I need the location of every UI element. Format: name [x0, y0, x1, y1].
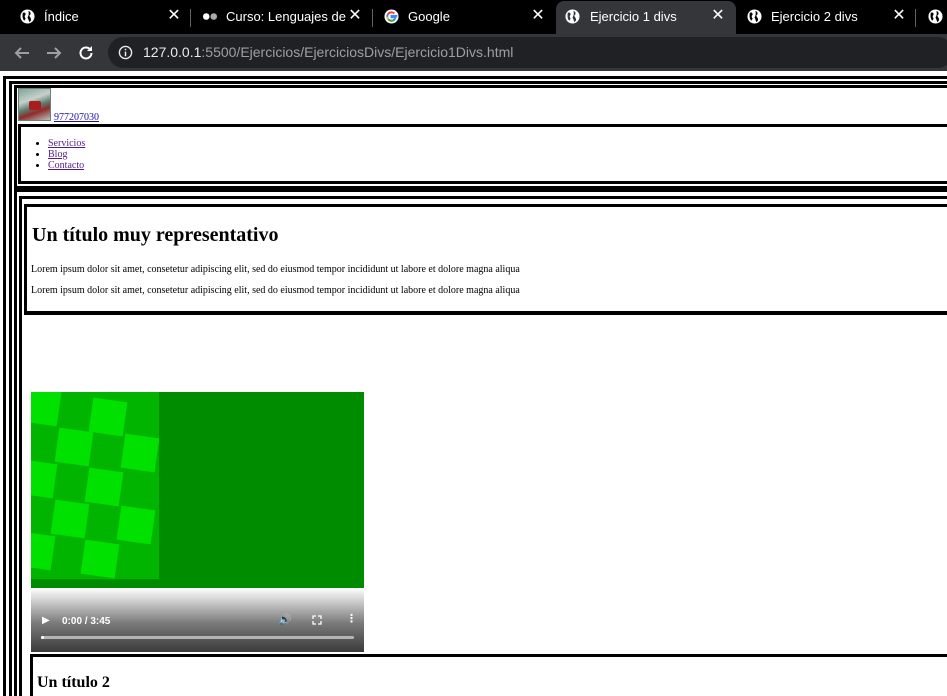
tab-strip: Índice ✕ Curso: Lenguajes de M ✕ Google … [0, 0, 947, 34]
page-title: Un título muy representativo [32, 224, 279, 246]
video-controls: ▶ 0:00 / 3:45 🔊 ⋮ [31, 588, 364, 652]
dots-icon [202, 13, 218, 20]
close-icon[interactable]: ✕ [891, 8, 907, 24]
reload-icon [79, 46, 93, 60]
paragraph: Lorem ipsum dolor sit amet, consetetur a… [31, 285, 520, 296]
phone-link[interactable]: 977207030 [54, 112, 99, 123]
nav-item: Servicios [48, 138, 85, 149]
more-options-icon[interactable]: ⋮ [346, 613, 357, 624]
nav-item: Blog [48, 149, 85, 160]
globe-icon [565, 9, 580, 24]
nav-link-contacto[interactable]: Contacto [48, 160, 84, 171]
browser-toolbar: 127.0.0.1:5500/Ejercicios/EjerciciosDivs… [0, 34, 947, 71]
close-icon[interactable]: ✕ [710, 8, 726, 24]
nav-list: Servicios Blog Contacto [38, 138, 85, 171]
nav-item: Contacto [48, 160, 85, 171]
article-box [24, 204, 947, 314]
volume-icon[interactable]: 🔊 [278, 614, 292, 625]
url-host: 127.0.0.1 [143, 44, 202, 60]
url-path: :5500/Ejercicios/EjerciciosDivs/Ejercici… [201, 44, 514, 60]
paragraph: Lorem ipsum dolor sit amet, consetetur a… [31, 264, 520, 275]
video-progress-fill [41, 636, 44, 639]
globe-icon [20, 9, 35, 24]
globe-icon [747, 9, 762, 24]
back-button[interactable] [11, 42, 33, 64]
video-frame [31, 392, 159, 579]
reload-button[interactable] [75, 42, 97, 64]
logo-image[interactable] [18, 88, 51, 121]
tab-ejercicio-1[interactable]: Ejercicio 1 divs ✕ [556, 1, 736, 34]
address-bar[interactable]: 127.0.0.1:5500/Ejercicios/EjerciciosDivs… [108, 37, 947, 68]
section2-title: Un título 2 [37, 674, 110, 691]
forward-button[interactable] [43, 42, 65, 64]
tab-title: Google [408, 9, 450, 24]
nav-box [18, 124, 947, 184]
video-time: 0:00 / 3:45 [62, 616, 111, 627]
video-progress-bar[interactable] [41, 636, 354, 639]
tab-title: Ejercicio 2 divs [771, 9, 858, 24]
tab-title: Curso: Lenguajes de M [226, 9, 346, 24]
tab-partial[interactable] [916, 0, 947, 34]
close-icon[interactable]: ✕ [166, 8, 182, 24]
nav-link-servicios[interactable]: Servicios [48, 138, 85, 149]
arrow-right-icon [47, 47, 62, 59]
close-icon[interactable]: ✕ [347, 8, 363, 24]
close-icon[interactable]: ✕ [530, 8, 546, 24]
tab-title: Índice [44, 9, 79, 24]
tab-ejercicio-2[interactable]: Ejercicio 2 divs ✕ [737, 0, 917, 34]
section2-box [30, 654, 947, 696]
tab-google[interactable]: Google ✕ [373, 0, 553, 34]
url-text: 127.0.0.1:5500/Ejercicios/EjerciciosDivs… [143, 44, 513, 61]
fullscreen-icon[interactable] [312, 615, 322, 625]
arrow-left-icon [14, 47, 29, 59]
tab-curso[interactable]: Curso: Lenguajes de M ✕ [191, 0, 371, 34]
play-icon[interactable]: ▶ [42, 616, 50, 626]
google-icon [384, 9, 399, 24]
article-divider [24, 312, 947, 315]
page-viewport: 977207030 Servicios Blog Contacto Un tít… [0, 71, 947, 696]
globe-icon [928, 9, 943, 24]
video-player[interactable]: ▶ 0:00 / 3:45 🔊 ⋮ [31, 392, 364, 652]
info-icon[interactable] [118, 45, 133, 60]
tab-indice[interactable]: Índice ✕ [0, 0, 190, 34]
nav-link-blog[interactable]: Blog [48, 149, 67, 160]
tab-title: Ejercicio 1 divs [590, 9, 677, 24]
